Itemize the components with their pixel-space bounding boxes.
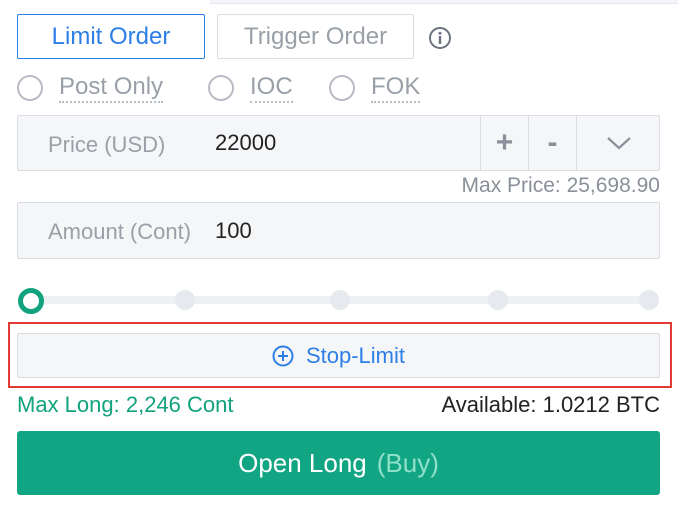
amount-label: Amount (Cont) <box>48 219 192 244</box>
stop-limit-button[interactable]: Stop-Limit <box>17 333 660 378</box>
ioc-label: IOC <box>250 73 293 103</box>
slider-stop-25[interactable] <box>175 290 195 310</box>
option-ioc[interactable]: IOC <box>208 70 293 106</box>
stop-limit-label: Stop-Limit <box>305 342 406 368</box>
open-long-sublabel: (Buy) <box>376 447 439 478</box>
amount-slider-handle[interactable] <box>18 288 44 314</box>
chevron-down-icon <box>606 137 631 150</box>
slider-stop-50[interactable] <box>330 290 350 310</box>
max-long-info: Max Long: 2,246 Cont <box>17 392 234 418</box>
ioc-radio[interactable] <box>208 75 234 101</box>
post-only-label: Post Only <box>59 73 164 103</box>
tab-trigger-order[interactable]: Trigger Order <box>217 14 414 59</box>
max-price-value: 25,698.90 <box>566 174 660 197</box>
available-label: Available: <box>441 392 537 417</box>
max-long-value: 2,246 Cont <box>125 392 234 417</box>
amount-input[interactable]: 100 <box>215 218 252 244</box>
fok-radio[interactable] <box>329 75 355 101</box>
open-long-label: Open Long <box>238 447 367 478</box>
info-icon[interactable] <box>428 26 452 50</box>
option-fok[interactable]: FOK <box>329 70 421 106</box>
available-balance: Available: 1.0212 BTC <box>441 392 660 418</box>
amount-field[interactable]: Amount (Cont) 100 <box>17 202 660 259</box>
slider-stop-75[interactable] <box>488 290 508 310</box>
top-panel-strip <box>210 0 678 4</box>
price-field[interactable]: Price (USD) 22000 + - <box>17 115 660 171</box>
option-post-only[interactable]: Post Only <box>17 70 164 106</box>
fok-label: FOK <box>371 73 421 103</box>
max-price-info: Max Price: 25,698.90 <box>462 174 660 198</box>
tab-limit-order[interactable]: Limit Order <box>17 14 205 59</box>
price-decrement-button[interactable]: - <box>528 116 576 170</box>
open-long-button[interactable]: Open Long (Buy) <box>17 431 660 495</box>
slider-stop-100[interactable] <box>639 290 659 310</box>
price-increment-button[interactable]: + <box>480 116 528 170</box>
price-label: Price (USD) <box>48 132 166 157</box>
max-price-label: Max Price: <box>461 174 561 197</box>
max-long-label: Max Long: <box>17 392 120 417</box>
price-input[interactable]: 22000 <box>215 130 276 156</box>
plus-circle-icon <box>272 345 294 366</box>
post-only-radio[interactable] <box>17 75 43 101</box>
available-value: 1.0212 BTC <box>542 392 660 417</box>
price-type-dropdown[interactable] <box>576 116 660 170</box>
